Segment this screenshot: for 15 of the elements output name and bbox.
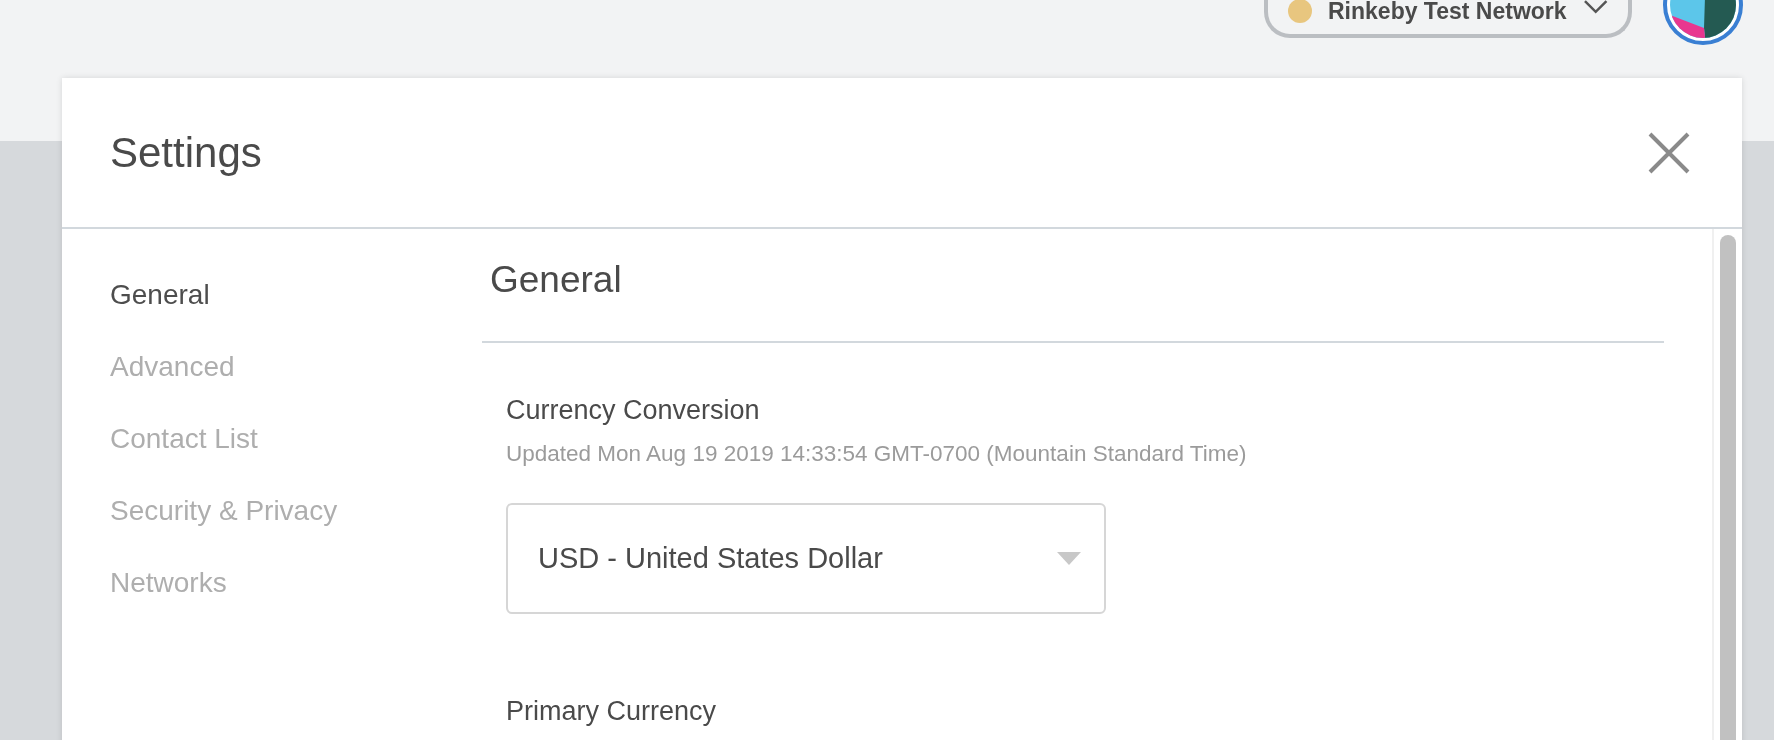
network-selector[interactable]: Rinkeby Test Network [1264, 0, 1632, 38]
setting-description: Updated Mon Aug 19 2019 14:33:54 GMT-0700 (Mountain Standard Time) [506, 441, 1248, 467]
scrollbar-thumb[interactable] [1720, 235, 1736, 740]
setting-title: Currency Conversion [506, 394, 761, 427]
sidebar-item[interactable]: Contact List [110, 421, 482, 457]
currency-dropdown[interactable]: USD - United States Dollar [506, 503, 1106, 614]
chevron-down-icon [1582, 0, 1608, 15]
caret-icon [1056, 550, 1082, 567]
sidebar-item[interactable]: Advanced [110, 349, 482, 385]
setting-title: Primary Currency [506, 695, 718, 728]
section-heading: General [489, 258, 623, 299]
dialog-title: Settings [110, 128, 262, 177]
sidebar-item[interactable]: Networks [110, 565, 482, 601]
sidebar-item[interactable]: Security & Privacy [110, 493, 482, 529]
sidebar-item[interactable]: General [110, 277, 482, 313]
